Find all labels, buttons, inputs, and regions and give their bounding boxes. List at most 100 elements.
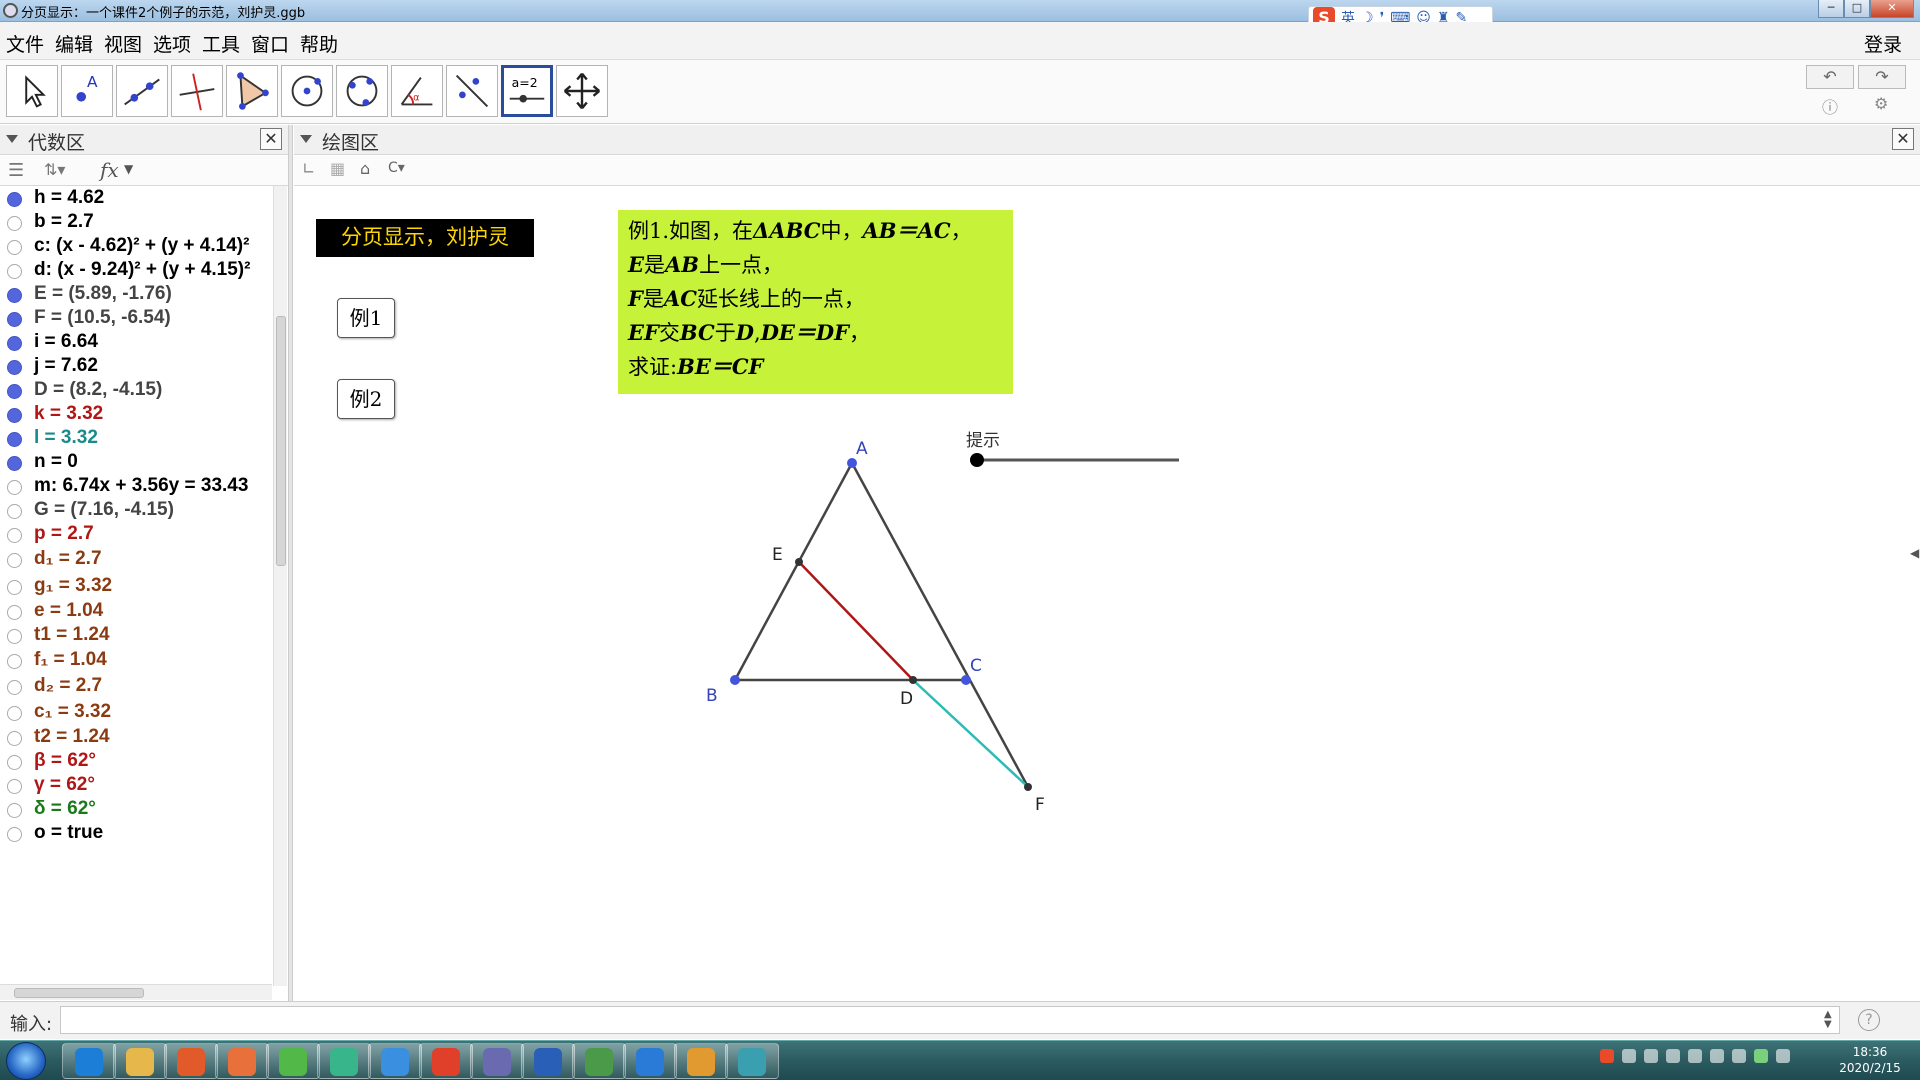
algebra-item-text[interactable]: E = (5.89, -1.76) bbox=[34, 283, 172, 305]
login-button[interactable]: 登录 bbox=[1864, 30, 1902, 57]
menu-window[interactable]: 窗口 bbox=[251, 30, 289, 57]
algebra-item-text[interactable]: δ = 62° bbox=[34, 798, 96, 820]
point-C[interactable] bbox=[961, 675, 971, 685]
fx-label[interactable]: fx bbox=[100, 158, 119, 182]
axes-icon[interactable]: ∟ bbox=[302, 159, 315, 178]
algebra-item-text[interactable]: t2 = 1.24 bbox=[34, 726, 110, 748]
input-tray-icon[interactable] bbox=[1776, 1049, 1790, 1063]
algebra-item[interactable]: d₁ = 2.7 bbox=[0, 547, 272, 573]
visibility-toggle[interactable] bbox=[7, 336, 22, 351]
algebra-item-text[interactable]: k = 3.32 bbox=[34, 403, 103, 425]
algebra-item-text[interactable]: d₂ = 2.7 bbox=[34, 675, 102, 697]
taskbar-app[interactable] bbox=[572, 1043, 626, 1079]
algebra-item[interactable]: F = (10.5, -6.54) bbox=[0, 306, 272, 332]
taskbar-app[interactable] bbox=[521, 1043, 575, 1079]
algebra-item[interactable]: i = 6.64 bbox=[0, 330, 272, 356]
menu-tools[interactable]: 工具 bbox=[202, 30, 240, 57]
visibility-toggle[interactable] bbox=[7, 779, 22, 794]
network-tray-icon[interactable] bbox=[1622, 1049, 1636, 1063]
flag-tray-icon[interactable] bbox=[1644, 1049, 1658, 1063]
hint-slider-knob[interactable] bbox=[970, 453, 984, 467]
visibility-toggle[interactable] bbox=[7, 240, 22, 255]
shield-tray-icon[interactable] bbox=[1710, 1049, 1724, 1063]
taskbar-app[interactable] bbox=[623, 1043, 677, 1079]
visibility-toggle[interactable] bbox=[7, 803, 22, 818]
segment-AB[interactable] bbox=[733, 462, 854, 681]
algebra-item-text[interactable]: l = 3.32 bbox=[34, 427, 98, 449]
algebra-item[interactable]: c₁ = 3.32 bbox=[0, 700, 272, 726]
algebra-item-text[interactable]: m: 6.74x + 3.56y = 33.43 bbox=[34, 475, 248, 497]
undo-button[interactable]: ↶ bbox=[1806, 65, 1854, 89]
visibility-toggle[interactable] bbox=[7, 553, 22, 568]
point-D[interactable] bbox=[909, 676, 917, 684]
algebra-item-text[interactable]: h = 4.62 bbox=[34, 187, 104, 209]
visibility-toggle[interactable] bbox=[7, 580, 22, 595]
visibility-toggle[interactable] bbox=[7, 192, 22, 207]
algebra-item[interactable]: b = 2.7 bbox=[0, 210, 272, 236]
volume-tray-icon[interactable] bbox=[1666, 1049, 1680, 1063]
maximize-button[interactable]: □ bbox=[1844, 0, 1870, 18]
graphics-close-button[interactable]: ✕ bbox=[1892, 128, 1914, 150]
algebra-item-text[interactable]: d: (x - 9.24)² + (y + 4.15)² bbox=[34, 259, 250, 281]
taskbar-app[interactable] bbox=[317, 1043, 371, 1079]
sogou-tray-icon[interactable] bbox=[1600, 1049, 1614, 1063]
algebra-item-text[interactable]: f₁ = 1.04 bbox=[34, 649, 107, 671]
visibility-toggle[interactable] bbox=[7, 384, 22, 399]
visibility-toggle[interactable] bbox=[7, 288, 22, 303]
visibility-toggle[interactable] bbox=[7, 680, 22, 695]
algebra-item-text[interactable]: i = 6.64 bbox=[34, 331, 98, 353]
algebra-item[interactable]: d₂ = 2.7 bbox=[0, 674, 272, 700]
menu-view[interactable]: 视图 bbox=[104, 30, 142, 57]
visibility-toggle[interactable] bbox=[7, 629, 22, 644]
point-E[interactable] bbox=[795, 558, 803, 566]
scroll-thumb-h[interactable] bbox=[14, 988, 144, 998]
algebra-item[interactable]: p = 2.7 bbox=[0, 522, 272, 548]
geometry-figure[interactable]: A B C E D F bbox=[294, 186, 1920, 1001]
sort-icon[interactable]: ⇅▾ bbox=[44, 160, 65, 179]
algebra-item[interactable]: β = 62° bbox=[0, 749, 272, 775]
scroll-thumb[interactable] bbox=[276, 316, 286, 566]
taskbar-app[interactable] bbox=[62, 1043, 116, 1079]
algebra-item[interactable]: e = 1.04 bbox=[0, 599, 272, 625]
slider-tool[interactable]: a=2 bbox=[501, 65, 553, 117]
algebra-horizontal-scrollbar[interactable] bbox=[0, 984, 272, 1000]
segment-AF[interactable] bbox=[850, 462, 1030, 788]
move-view-tool[interactable] bbox=[556, 65, 608, 117]
algebra-item[interactable]: l = 3.32 bbox=[0, 426, 272, 452]
algebra-item-text[interactable]: F = (10.5, -6.54) bbox=[34, 307, 171, 329]
algebra-item-text[interactable]: b = 2.7 bbox=[34, 211, 94, 233]
style-bar-icon[interactable]: ☰ bbox=[8, 160, 24, 181]
algebra-item-text[interactable]: n = 0 bbox=[34, 451, 78, 473]
taskbar-app[interactable] bbox=[215, 1043, 269, 1079]
algebra-item[interactable]: δ = 62° bbox=[0, 797, 272, 823]
algebra-close-button[interactable]: ✕ bbox=[260, 128, 282, 150]
taskbar-app[interactable] bbox=[674, 1043, 728, 1079]
visibility-toggle[interactable] bbox=[7, 264, 22, 279]
algebra-item-text[interactable]: o = true bbox=[34, 822, 103, 844]
algebra-item-text[interactable]: g₁ = 3.32 bbox=[34, 575, 112, 597]
algebra-item-text[interactable]: G = (7.16, -4.15) bbox=[34, 499, 174, 521]
algebra-item[interactable]: D = (8.2, -4.15) bbox=[0, 378, 272, 404]
point-F[interactable] bbox=[1024, 783, 1032, 791]
taskbar-app[interactable] bbox=[164, 1043, 218, 1079]
algebra-item[interactable]: c: (x - 4.62)² + (y + 4.14)² bbox=[0, 234, 272, 260]
taskbar-app[interactable] bbox=[470, 1043, 524, 1079]
algebra-item[interactable]: k = 3.32 bbox=[0, 402, 272, 428]
algebra-item-text[interactable]: γ = 62° bbox=[34, 774, 95, 796]
visibility-toggle[interactable] bbox=[7, 360, 22, 375]
algebra-item-text[interactable]: β = 62° bbox=[34, 750, 96, 772]
visibility-toggle[interactable] bbox=[7, 456, 22, 471]
point-tool[interactable]: A bbox=[61, 65, 113, 117]
visibility-toggle[interactable] bbox=[7, 408, 22, 423]
polygon-tool[interactable] bbox=[226, 65, 278, 117]
visibility-toggle[interactable] bbox=[7, 312, 22, 327]
algebra-item[interactable]: γ = 62° bbox=[0, 773, 272, 799]
algebra-item[interactable]: g₁ = 3.32 bbox=[0, 574, 272, 600]
visibility-toggle[interactable] bbox=[7, 504, 22, 519]
algebra-item-text[interactable]: e = 1.04 bbox=[34, 600, 103, 622]
conic-tool[interactable] bbox=[336, 65, 388, 117]
circle-tool[interactable] bbox=[281, 65, 333, 117]
taskbar-app[interactable] bbox=[725, 1043, 779, 1079]
angle-tool[interactable]: α bbox=[391, 65, 443, 117]
collapse-icon[interactable] bbox=[300, 135, 312, 143]
